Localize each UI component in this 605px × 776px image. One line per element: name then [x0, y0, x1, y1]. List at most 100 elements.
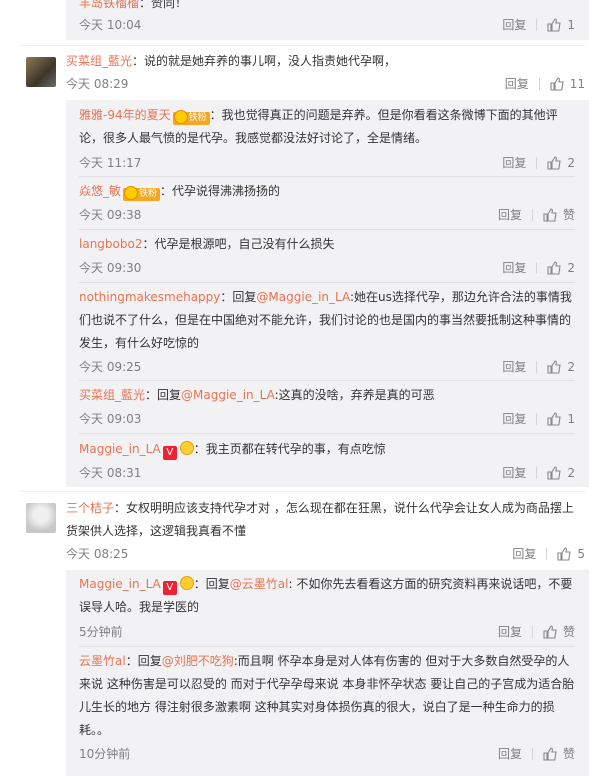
- reply-block-partial: 羊岛铁榴榴：赞同！ 今天 10:04 回复 1: [66, 0, 589, 40]
- vip-badge-icon: V: [162, 446, 177, 460]
- reply-button[interactable]: 回复: [498, 745, 522, 762]
- user-name[interactable]: 买菜组_藍光: [66, 54, 132, 68]
- reply-button[interactable]: 回复: [505, 75, 529, 92]
- user-name[interactable]: 羊岛铁榴榴: [79, 0, 139, 10]
- mention-link[interactable]: @云墨竹al: [230, 577, 289, 591]
- thumbs-up-icon[interactable]: [547, 359, 561, 374]
- divider: [531, 747, 533, 760]
- thumbs-up-icon[interactable]: [557, 546, 571, 561]
- like-count[interactable]: 1: [567, 412, 575, 426]
- divider: [79, 380, 575, 381]
- comment-meta: 今天 08:29 回复 11: [66, 75, 585, 95]
- reply-button[interactable]: 回复: [502, 410, 526, 427]
- reply-item: Maggie_in_LA V ：回复@云墨竹al: 不如你先去看看这方面的研究资料再…: [79, 573, 575, 639]
- reply-block: Maggie_in_LA V ：回复@云墨竹al: 不如你先去看看这方面的研究资料再…: [66, 570, 589, 776]
- reply-item: Maggie_in_LA V ：我主页都在转代孕的事，有点吃惊 今天 08:31 回…: [79, 438, 575, 480]
- user-name[interactable]: nothingmakesmehappy: [79, 290, 220, 304]
- mention-link[interactable]: @刘肥不吃狗: [162, 654, 234, 668]
- comment-meta: 今天 08:25 回复 5: [66, 545, 585, 565]
- reply-button[interactable]: 回复: [498, 623, 522, 640]
- like-count[interactable]: 11: [570, 77, 585, 91]
- reply-text: ：我主页都在转代孕的事，有点吃惊: [193, 442, 386, 456]
- reply-block: 雅雅-94年的夏天 铁粉 ：我也觉得真正的问题是弃养。但是你看看这条微博下面的其他评…: [66, 100, 589, 487]
- mention-link[interactable]: @Maggie_in_LA: [181, 388, 275, 402]
- like-count[interactable]: 赞: [563, 623, 575, 640]
- comment-text: 买菜组_藍光：说的就是她弃养的事儿啊，没人指责她代孕啊，: [66, 50, 585, 73]
- thumbs-up-icon[interactable]: [547, 260, 561, 275]
- like-count[interactable]: 赞: [563, 745, 575, 762]
- reply-meta: 今天 09:30 回复 2: [79, 259, 575, 279]
- user-name[interactable]: langbobo2: [79, 237, 142, 251]
- user-name[interactable]: 三个桔子: [66, 501, 114, 515]
- reply-button[interactable]: 回复: [502, 464, 526, 481]
- emoji-icon: [179, 441, 194, 455]
- reply-button[interactable]: 回复: [502, 358, 526, 375]
- thumbs-up-icon[interactable]: [543, 624, 557, 639]
- divider: [536, 156, 538, 169]
- avatar[interactable]: [26, 503, 56, 533]
- reply-button[interactable]: 回复: [502, 16, 526, 33]
- divider: [79, 433, 575, 434]
- user-name[interactable]: 买菜组_藍光: [79, 388, 145, 402]
- divider: [20, 45, 585, 46]
- divider: [20, 491, 585, 492]
- comment-text: 三个桔子：女权明明应该支持代孕才对 ，怎么现在都在狂黑，说什么代孕会让女人成为商…: [66, 497, 585, 543]
- reply-prefix: ：回复: [193, 577, 230, 591]
- reply-meta: 今天 08:31 回复 2: [79, 464, 575, 484]
- reply-meta: 今天 09:03 回复 1: [79, 410, 575, 430]
- avatar[interactable]: [26, 57, 56, 87]
- reply-text: ：代孕说得沸沸扬扬的: [160, 184, 281, 198]
- comment-body: ：说的就是她弃养的事儿啊，没人指责她代孕啊，: [132, 54, 397, 68]
- timestamp: 今天 09:30: [79, 261, 142, 275]
- timestamp: 今天 11:17: [79, 156, 142, 170]
- like-count[interactable]: 赞: [563, 206, 575, 223]
- divider: [536, 261, 538, 274]
- user-name[interactable]: Maggie_in_LA: [79, 577, 161, 591]
- timestamp: 5分钟前: [79, 625, 123, 639]
- thumbs-up-icon[interactable]: [543, 207, 557, 222]
- thumbs-up-icon[interactable]: [547, 17, 561, 32]
- thumbs-up-icon[interactable]: [547, 465, 561, 480]
- comment-thread: 羊岛铁榴榴：赞同！ 今天 10:04 回复 1 买菜组_藍光：说的就是她弃养的事…: [0, 0, 605, 776]
- thumbs-up-icon[interactable]: [547, 411, 561, 426]
- divider: [536, 18, 538, 31]
- timestamp: 今天 10:04: [79, 18, 142, 32]
- thumbs-up-icon[interactable]: [547, 155, 561, 170]
- user-name[interactable]: 雅雅-94年的夏天: [79, 108, 171, 122]
- thumbs-up-icon[interactable]: [543, 746, 557, 761]
- divider: [79, 282, 575, 283]
- reply-meta: 今天 10:04 回复 1: [79, 16, 575, 36]
- thumbs-up-icon[interactable]: [550, 76, 564, 91]
- timestamp: 今天 08:29: [66, 77, 129, 91]
- reply-meta: 今天 09:38 回复 赞: [79, 206, 575, 226]
- divider: [536, 466, 538, 479]
- reply-meta: 5分钟前 回复 赞: [79, 623, 575, 643]
- like-count[interactable]: 5: [577, 547, 585, 561]
- user-name[interactable]: Maggie_in_LA: [79, 442, 161, 456]
- like-count[interactable]: 2: [567, 156, 575, 170]
- divider: [536, 412, 538, 425]
- reply-button[interactable]: 回复: [502, 154, 526, 171]
- like-count[interactable]: 2: [567, 466, 575, 480]
- reply-meta: 今天 11:17 回复 2: [79, 154, 575, 174]
- timestamp: 今天 09:03: [79, 412, 142, 426]
- divider: [546, 547, 548, 560]
- reply-meta: 今天 09:25 回复 2: [79, 358, 575, 378]
- divider: [531, 208, 533, 221]
- fan-badge-label: 铁粉: [188, 113, 207, 123]
- reply-item: 云墨竹al：回复@刘肥不吃狗:而且啊 怀孕本身是对人体有伤害的 但对于大多数自然…: [79, 650, 575, 761]
- mention-link[interactable]: @Maggie_in_LA: [256, 290, 350, 304]
- user-name[interactable]: 焱悠_敏: [79, 184, 121, 198]
- reply-item: 焱悠_敏 铁粉 ：代孕说得沸沸扬扬的 今天 09:38 回复 赞: [79, 180, 575, 222]
- reply-button[interactable]: 回复: [498, 206, 522, 223]
- reply-button[interactable]: 回复: [502, 259, 526, 276]
- like-count[interactable]: 2: [567, 360, 575, 374]
- emoji-icon: [179, 576, 194, 590]
- fan-badge-label: 铁粉: [139, 189, 158, 199]
- like-count[interactable]: 2: [567, 261, 575, 275]
- reply-button[interactable]: 回复: [512, 545, 536, 562]
- reply-prefix: ：回复: [125, 654, 162, 668]
- like-count[interactable]: 1: [567, 18, 575, 32]
- user-name[interactable]: 云墨竹al: [79, 654, 126, 668]
- divider: [79, 176, 575, 177]
